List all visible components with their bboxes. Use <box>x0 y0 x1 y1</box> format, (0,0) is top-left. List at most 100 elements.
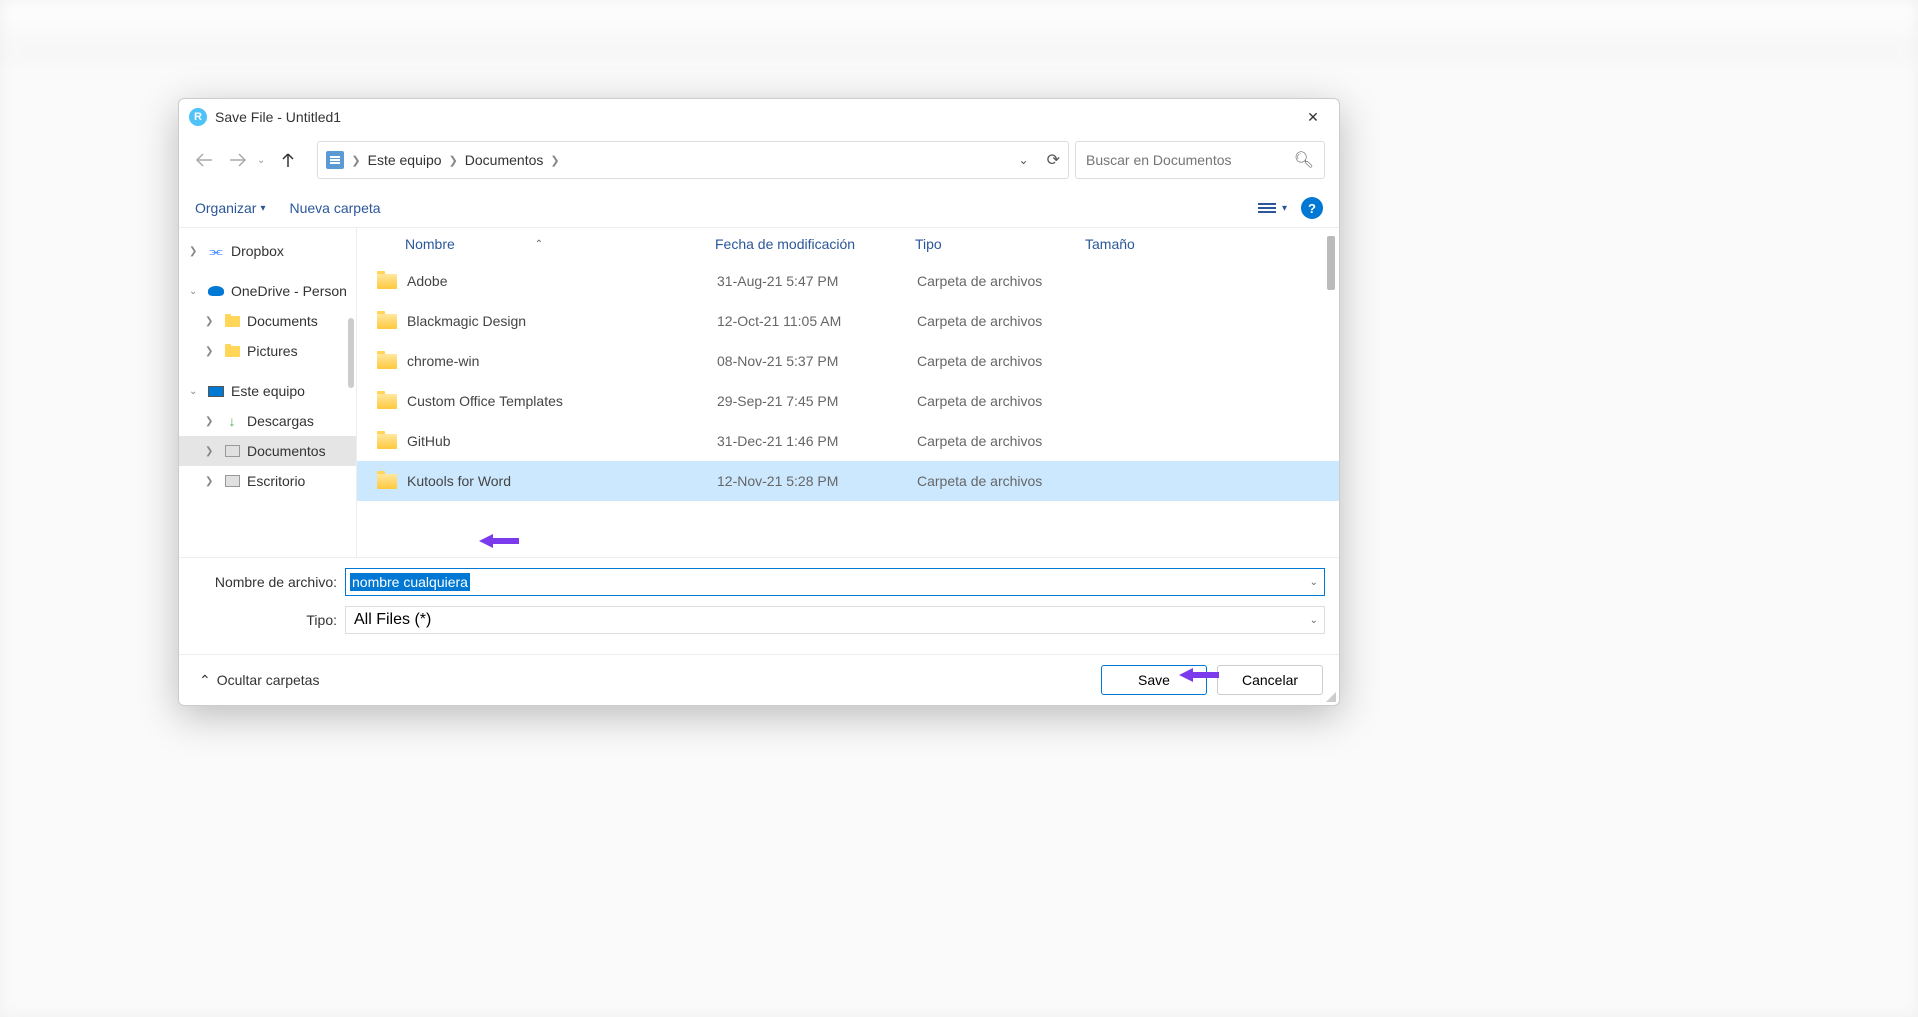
file-date: 12-Nov-21 5:28 PM <box>717 473 917 489</box>
file-row[interactable]: GitHub 31-Dec-21 1:46 PM Carpeta de arch… <box>357 421 1339 461</box>
search-icon[interactable]: 🔍︎ <box>1294 150 1314 170</box>
tree-item-onedrive[interactable]: ⌄ OneDrive - Person <box>179 276 356 306</box>
breadcrumb-item[interactable]: Documentos <box>465 152 544 168</box>
help-icon[interactable]: ? <box>1301 197 1323 219</box>
file-row[interactable]: Custom Office Templates 29-Sep-21 7:45 P… <box>357 381 1339 421</box>
titlebar: R Save File - Untitled1 ✕ <box>179 99 1339 135</box>
search-box[interactable]: 🔍︎ <box>1075 141 1325 179</box>
chevron-down-icon[interactable]: ⌄ <box>1019 153 1029 167</box>
tree-item-documentos[interactable]: ❯ Documentos <box>179 436 356 466</box>
filename-value: nombre cualquiera <box>350 573 470 591</box>
file-type: Carpeta de archivos <box>917 393 1087 409</box>
file-type: Carpeta de archivos <box>917 353 1087 369</box>
folder-icon <box>377 474 397 489</box>
sidebar-scrollbar[interactable] <box>348 318 354 388</box>
recent-dropdown[interactable]: ⌄ <box>257 155 265 166</box>
new-folder-button[interactable]: Nueva carpeta <box>290 200 381 216</box>
folder-icon <box>377 314 397 329</box>
file-date: 31-Dec-21 1:46 PM <box>717 433 917 449</box>
pc-icon <box>207 382 225 400</box>
up-button[interactable] <box>277 149 299 171</box>
disk-icon <box>223 442 241 460</box>
tree-item-desktop[interactable]: ❯ Escritorio <box>179 466 356 496</box>
breadcrumb: Este equipo ❯ Documentos ❯ <box>368 152 1015 168</box>
filetype-label: Tipo: <box>193 612 345 628</box>
filelist-scrollbar[interactable] <box>1327 236 1335 290</box>
chevron-down-icon[interactable]: ⌄ <box>1310 615 1318 626</box>
file-row[interactable]: chrome-win 08-Nov-21 5:37 PM Carpeta de … <box>357 341 1339 381</box>
location-icon <box>326 151 344 169</box>
file-date: 08-Nov-21 5:37 PM <box>717 353 917 369</box>
file-name: Blackmagic Design <box>407 313 717 329</box>
folder-icon <box>377 354 397 369</box>
close-button[interactable]: ✕ <box>1293 102 1333 132</box>
filetype-select[interactable]: All Files (*) ⌄ <box>345 606 1325 634</box>
tree-label: Dropbox <box>231 243 284 259</box>
tree-label: Documents <box>247 313 318 329</box>
file-type: Carpeta de archivos <box>917 473 1087 489</box>
list-view-icon <box>1258 203 1276 213</box>
back-button[interactable] <box>193 149 215 171</box>
refresh-button[interactable]: ⟳ <box>1047 150 1060 170</box>
file-row[interactable]: Blackmagic Design 12-Oct-21 11:05 AM Car… <box>357 301 1339 341</box>
folder-icon <box>223 312 241 330</box>
tree-item-documents[interactable]: ❯ Documents <box>179 306 356 336</box>
filename-section: Nombre de archivo: nombre cualquiera ⌄ T… <box>179 557 1339 654</box>
chevron-right-icon: ❯ <box>348 154 363 167</box>
file-row[interactable]: Adobe 31-Aug-21 5:47 PM Carpeta de archi… <box>357 261 1339 301</box>
disk-icon <box>223 472 241 490</box>
file-row[interactable]: Kutools for Word 12-Nov-21 5:28 PM Carpe… <box>357 461 1339 501</box>
resize-grip[interactable] <box>1324 690 1336 702</box>
filename-input[interactable]: nombre cualquiera ⌄ <box>345 568 1325 596</box>
tree-label: Descargas <box>247 413 314 429</box>
folder-icon <box>377 274 397 289</box>
navigation-row: ⌄ ❯ Este equipo ❯ Documentos ❯ ⌄ ⟳ 🔍︎ <box>179 135 1339 189</box>
column-modified[interactable]: Fecha de modificación <box>715 236 915 252</box>
organize-menu[interactable]: Organizar ▾ <box>195 200 266 216</box>
chevron-right-icon: ❯ <box>446 154 461 167</box>
view-options[interactable]: ▾ <box>1258 203 1287 214</box>
folder-icon <box>377 434 397 449</box>
column-size[interactable]: Tamaño <box>1085 236 1185 252</box>
column-headers: Nombre⌃ Fecha de modificación Tipo Tamañ… <box>357 228 1339 261</box>
file-list: Nombre⌃ Fecha de modificación Tipo Tamañ… <box>357 228 1339 557</box>
filename-label: Nombre de archivo: <box>193 574 345 590</box>
filetype-value: All Files (*) <box>354 611 431 629</box>
file-name: Custom Office Templates <box>407 393 717 409</box>
app-icon: R <box>189 108 207 126</box>
save-button[interactable]: Save <box>1101 665 1207 695</box>
content-area: ❯⫘ Dropbox ⌄ OneDrive - Person ❯ Documen… <box>179 227 1339 557</box>
tree-item-downloads[interactable]: ❯↓ Descargas <box>179 406 356 436</box>
file-type: Carpeta de archivos <box>917 433 1087 449</box>
tree-label: Escritorio <box>247 473 305 489</box>
tree-item-thispc[interactable]: ⌄ Este equipo <box>179 376 356 406</box>
file-type: Carpeta de archivos <box>917 273 1087 289</box>
breadcrumb-item[interactable]: Este equipo <box>368 152 442 168</box>
hide-folders-toggle[interactable]: ⌃ Ocultar carpetas <box>199 672 319 689</box>
sort-arrow-icon: ⌃ <box>535 239 543 250</box>
chevron-down-icon[interactable]: ⌄ <box>1310 577 1318 588</box>
folder-tree[interactable]: ❯⫘ Dropbox ⌄ OneDrive - Person ❯ Documen… <box>179 228 357 557</box>
tree-item-dropbox[interactable]: ❯⫘ Dropbox <box>179 236 356 266</box>
folder-icon <box>377 394 397 409</box>
address-bar[interactable]: ❯ Este equipo ❯ Documentos ❯ ⌄ ⟳ <box>317 141 1069 179</box>
cancel-button[interactable]: Cancelar <box>1217 665 1323 695</box>
tree-label: Este equipo <box>231 383 305 399</box>
dialog-footer: ⌃ Ocultar carpetas Save Cancelar <box>179 654 1339 705</box>
search-input[interactable] <box>1086 152 1286 168</box>
file-name: Kutools for Word <box>407 473 717 489</box>
column-type[interactable]: Tipo <box>915 236 1085 252</box>
file-date: 29-Sep-21 7:45 PM <box>717 393 917 409</box>
dropbox-icon: ⫘ <box>207 242 225 260</box>
file-name: GitHub <box>407 433 717 449</box>
nav-buttons: ⌄ <box>193 149 299 171</box>
toolbar: Organizar ▾ Nueva carpeta ▾ ? <box>179 189 1339 227</box>
onedrive-icon <box>207 282 225 300</box>
file-date: 12-Oct-21 11:05 AM <box>717 313 917 329</box>
tree-label: OneDrive - Person <box>231 283 347 299</box>
save-file-dialog: R Save File - Untitled1 ✕ ⌄ ❯ Este equip… <box>178 98 1340 706</box>
download-icon: ↓ <box>223 412 241 430</box>
column-name[interactable]: Nombre⌃ <box>357 236 715 252</box>
tree-item-pictures[interactable]: ❯ Pictures <box>179 336 356 366</box>
forward-button[interactable] <box>227 149 249 171</box>
